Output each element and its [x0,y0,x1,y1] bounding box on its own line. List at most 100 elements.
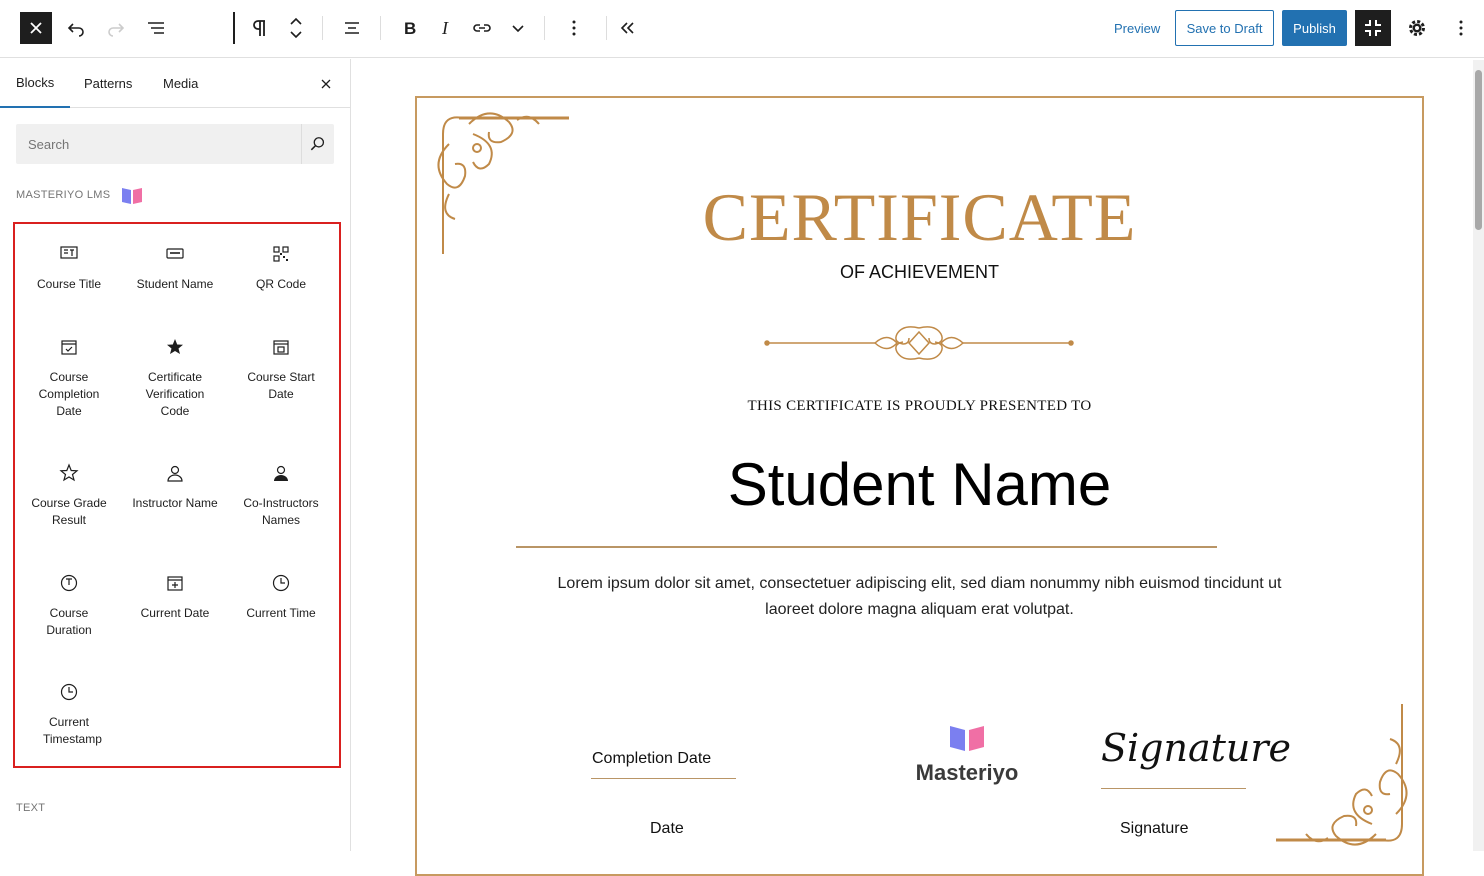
calendar-check-icon [61,340,77,355]
search-input[interactable] [16,124,301,164]
signature-script[interactable]: Signature [1101,726,1291,770]
document-overview-button[interactable] [138,10,174,46]
block-label: Course Start Date [247,370,315,401]
collapse-toolbar-button[interactable] [609,10,645,46]
category-text: TEXT [16,802,46,814]
masteriyo-blocks-grid: Course Title Student Name QR Code Course… [13,222,341,768]
block-current-date[interactable]: Current Date [125,571,225,622]
save-draft-button[interactable]: Save to Draft [1175,10,1274,46]
masteriyo-book-icon [950,726,984,751]
bold-icon: B [404,19,416,38]
redo-button[interactable] [98,10,134,46]
toolbar-divider [322,16,323,40]
tab-patterns[interactable]: Patterns [68,59,148,108]
presented-to-text[interactable]: THIS CERTIFICATE IS PROUDLY PRESENTED TO [417,398,1422,415]
chevron-down-icon [512,25,524,33]
inserter-tabs: Blocks Patterns Media [0,59,350,108]
signature-underline [1101,788,1246,789]
block-qr-code[interactable]: QR Code [231,242,331,293]
block-student-name[interactable]: Student Name [125,242,225,293]
text-cursor [233,12,235,44]
more-vertical-icon [1459,20,1463,36]
block-course-completion-date[interactable]: Course Completion Date [19,335,119,420]
block-label: Certificate Verification Code [145,370,205,418]
clock-icon [60,683,78,701]
timer-icon [60,574,78,592]
completion-date-label[interactable]: Completion Date [592,750,737,768]
completion-date-underline [591,778,736,779]
preview-button[interactable]: Preview [1104,10,1170,46]
certificate-body-text[interactable]: Lorem ipsum dolor sit amet, consectetuer… [547,571,1292,623]
star-icon [59,463,79,482]
block-course-duration[interactable]: Course Duration [19,571,119,639]
signature-label[interactable]: Signature [1120,820,1189,838]
chevron-up-down-icon [290,17,302,39]
align-center-icon [345,22,359,34]
block-label: Course Completion Date [38,370,100,418]
student-name-icon [166,248,184,259]
block-inserter-panel: Blocks Patterns Media MASTERIYO LMS Cour… [0,59,351,851]
block-label: Current Timestamp [43,715,102,746]
masteriyo-book-icon [122,188,143,204]
toolbar-divider [544,16,545,40]
category-masteriyo: MASTERIYO LMS [16,185,144,205]
scrollbar-thumb[interactable] [1475,70,1482,230]
italic-button[interactable]: I [427,10,463,46]
certificate[interactable]: CERTIFICATE OF ACHIEVEMENT THIS CERTIFIC… [415,96,1424,876]
collapse-icon [1365,20,1381,36]
close-icon [30,22,42,34]
block-current-time[interactable]: Current Time [231,571,331,622]
options-menu-button[interactable] [1443,10,1479,46]
tab-blocks[interactable]: Blocks [0,59,71,108]
search-icon [310,137,325,151]
block-label: Course Duration [46,606,92,637]
block-co-instructors-names[interactable]: Co-Instructors Names [231,461,331,529]
settings-button[interactable] [1399,10,1435,46]
block-label: Course Title [36,277,102,291]
svg-text:I: I [441,18,449,38]
undo-button[interactable] [58,10,94,46]
category-label: MASTERIYO LMS [16,189,111,201]
bold-button[interactable]: B [391,10,427,46]
calendar-plus-icon [167,576,183,591]
block-label: Instructor Name [132,496,218,510]
masteriyo-logo[interactable]: Masteriyo [907,723,1027,786]
student-name-heading[interactable]: Student Name [417,450,1422,519]
star-badge-icon [167,339,183,354]
chevron-double-left-icon [620,22,634,34]
course-title-icon [60,246,78,259]
block-course-start-date[interactable]: Course Start Date [231,335,331,403]
paragraph-button[interactable] [241,10,277,46]
close-inserter-button[interactable] [314,72,338,96]
search-button[interactable] [301,124,334,164]
gear-icon [1409,20,1425,36]
block-label: Course Grade Result [31,496,107,527]
block-certificate-verification-code[interactable]: Certificate Verification Code [125,335,225,420]
certificate-subtitle[interactable]: OF ACHIEVEMENT [417,262,1422,283]
close-icon [321,79,331,89]
fullscreen-toggle-button[interactable] [1355,10,1391,46]
publish-button[interactable]: Publish [1282,10,1347,46]
block-current-timestamp[interactable]: Current Timestamp [19,680,119,748]
date-label[interactable]: Date [650,820,684,838]
more-formatting-button[interactable] [500,10,536,46]
calendar-icon [273,340,289,355]
tab-media[interactable]: Media [147,59,214,108]
block-course-title[interactable]: Course Title [19,242,119,293]
close-editor-button[interactable] [20,12,52,44]
block-instructor-name[interactable]: Instructor Name [125,461,225,512]
more-vertical-icon [572,20,576,36]
link-button[interactable] [464,10,500,46]
qr-code-icon [273,246,289,262]
name-underline [516,546,1217,548]
move-block-button[interactable] [278,10,314,46]
certificate-title[interactable]: CERTIFICATE [417,178,1422,257]
link-icon [473,24,491,32]
canvas-scrollbar[interactable] [1473,60,1484,851]
align-button[interactable] [334,10,370,46]
toolbar-divider [380,16,381,40]
block-options-button[interactable] [556,10,592,46]
undo-icon [67,23,84,37]
block-course-grade-result[interactable]: Course Grade Result [19,461,119,529]
block-label: Current Date [140,606,210,620]
